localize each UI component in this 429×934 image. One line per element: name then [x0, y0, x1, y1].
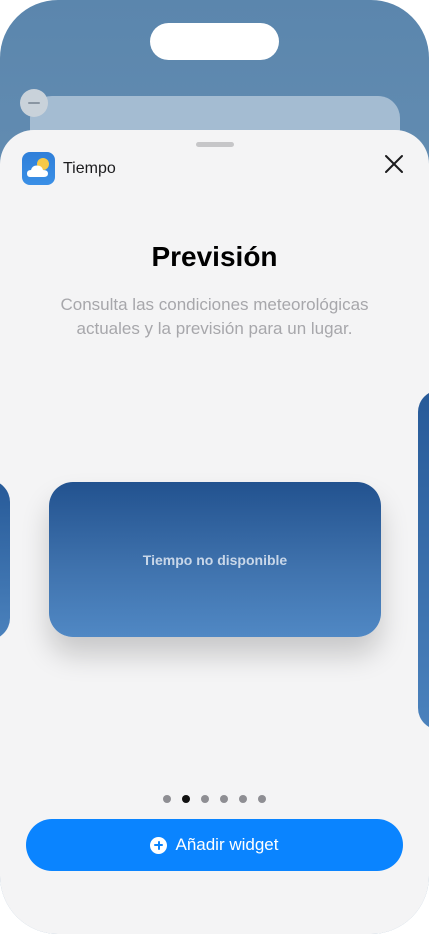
app-name: Tiempo	[63, 160, 116, 177]
phone-screen: Tiempo Previsión Consulta las condicione…	[0, 0, 429, 934]
weather-widget-preview[interactable]: Tiempo no disponible	[49, 482, 381, 637]
widget-title: Previsión	[151, 241, 278, 272]
plus-circle-icon	[150, 836, 168, 854]
dynamic-island	[150, 23, 279, 60]
page-dot[interactable]	[163, 795, 171, 803]
page-dot[interactable]	[239, 795, 247, 803]
page-dot[interactable]	[220, 795, 228, 803]
close-icon	[385, 155, 403, 173]
widget-gallery-sheet: Tiempo Previsión Consulta las condicione…	[0, 130, 429, 934]
close-button[interactable]	[380, 150, 410, 180]
remove-widget-icon	[20, 89, 48, 117]
page-dot[interactable]	[201, 795, 209, 803]
page-dot[interactable]	[258, 795, 266, 803]
widget-status-text: Tiempo no disponible	[142, 551, 288, 568]
weather-app-icon	[22, 152, 55, 185]
next-widget-preview[interactable]	[418, 390, 429, 730]
page-dot-active[interactable]	[182, 795, 190, 803]
add-widget-button[interactable]: Añadir widget	[26, 819, 403, 871]
previous-widget-preview[interactable]	[0, 480, 10, 640]
page-indicator[interactable]	[0, 795, 429, 803]
add-widget-label: Añadir widget	[175, 835, 279, 854]
sheet-grabber[interactable]	[196, 142, 234, 147]
widget-description: Consulta las condiciones meteorológicas …	[60, 295, 369, 338]
